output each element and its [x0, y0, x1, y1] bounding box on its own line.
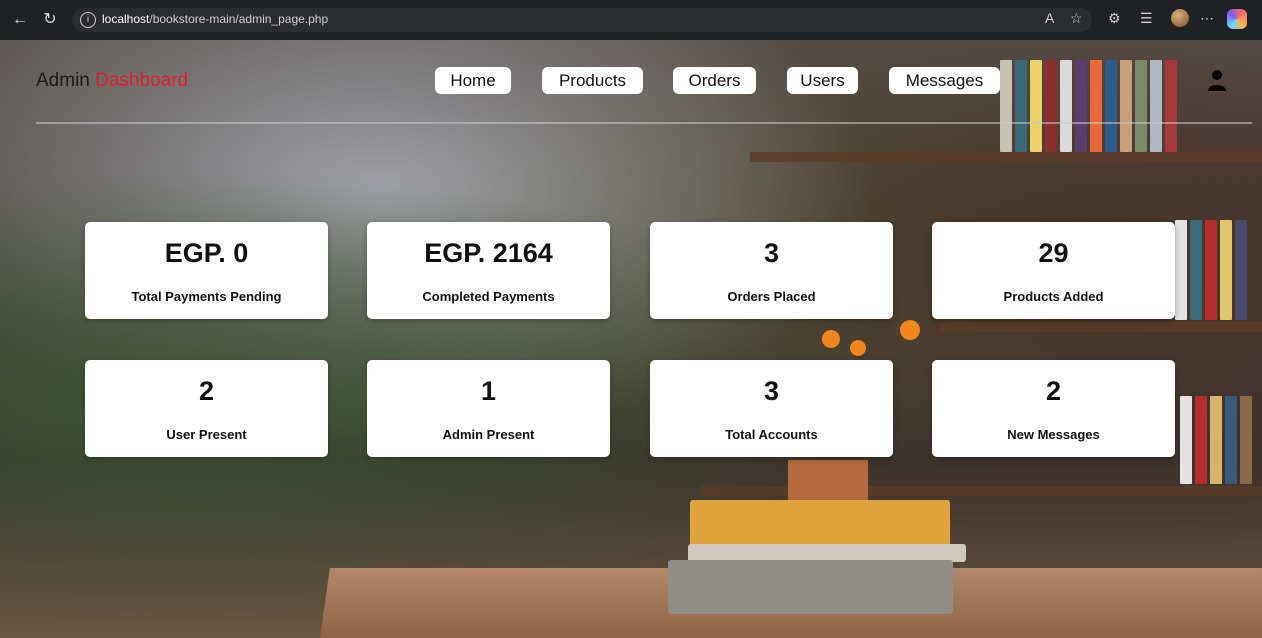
stat-label: Total Accounts	[725, 427, 818, 442]
background-books	[1180, 396, 1252, 484]
background-shelf	[940, 322, 1262, 332]
user-icon[interactable]	[1205, 68, 1229, 92]
book	[690, 500, 950, 548]
stat-label: Completed Payments	[422, 289, 555, 304]
more-icon[interactable]: ⋯	[1200, 10, 1214, 27]
nav-home[interactable]: Home	[435, 67, 511, 94]
favorite-icon[interactable]: ☆	[1070, 10, 1083, 27]
stat-card-admin-present: 1 Admin Present	[367, 360, 610, 457]
browser-toolbar: ← ↻ i localhost/bookstore-main/admin_pag…	[0, 0, 1262, 41]
stat-label: Total Payments Pending	[131, 289, 282, 304]
profile-avatar[interactable]	[1171, 9, 1189, 27]
stat-value: 3	[763, 238, 780, 268]
stat-value: EGP. 0	[164, 238, 249, 268]
stat-card-products-added: 29 Products Added	[932, 222, 1175, 319]
stat-label: User Present	[166, 427, 247, 442]
stat-card-total-payments-pending: EGP. 0 Total Payments Pending	[85, 222, 328, 319]
address-bar[interactable]: i localhost/bookstore-main/admin_page.ph…	[72, 8, 1092, 32]
url-path: /bookstore-main/admin_page.php	[149, 12, 329, 26]
header-divider	[36, 122, 1252, 124]
favorites-icon[interactable]: ☰	[1140, 10, 1153, 27]
flower	[850, 340, 866, 356]
extensions-icon[interactable]: ⚙	[1108, 10, 1121, 27]
background-books	[1175, 220, 1247, 320]
stat-value: 2	[198, 376, 215, 406]
nav-orders[interactable]: Orders	[673, 67, 756, 94]
address-url[interactable]: localhost/bookstore-main/admin_page.php	[102, 12, 328, 26]
flower	[822, 330, 840, 348]
stat-card-total-accounts: 3 Total Accounts	[650, 360, 893, 457]
stat-label: Products Added	[1003, 289, 1104, 304]
read-aloud-icon[interactable]: A	[1045, 10, 1054, 26]
admin-page: Admin Dashboard Home Products Orders Use…	[0, 40, 1262, 638]
nav-messages[interactable]: Messages	[889, 67, 1000, 94]
info-icon[interactable]: i	[80, 12, 96, 28]
url-host: localhost	[102, 12, 150, 26]
book	[668, 560, 953, 614]
stat-label: Admin Present	[442, 427, 535, 442]
nav-products[interactable]: Products	[542, 67, 643, 94]
stat-card-orders-placed: 3 Orders Placed	[650, 222, 893, 319]
brand-main: Admin	[36, 70, 90, 91]
stat-value: 29	[1038, 238, 1069, 268]
stat-label: New Messages	[1007, 427, 1100, 442]
background-shelf	[700, 486, 1262, 496]
brand-logo[interactable]: Admin Dashboard	[36, 70, 188, 92]
brand-accent: Dashboard	[95, 70, 189, 91]
nav-users[interactable]: Users	[787, 67, 858, 94]
stat-card-user-present: 2 User Present	[85, 360, 328, 457]
stat-label: Orders Placed	[727, 289, 816, 304]
flower	[900, 320, 920, 340]
stat-card-completed-payments: EGP. 2164 Completed Payments	[367, 222, 610, 319]
admin-header: Admin Dashboard Home Products Orders Use…	[0, 40, 1262, 122]
stat-value: 3	[763, 376, 780, 406]
refresh-icon[interactable]: ↻	[40, 10, 60, 30]
stat-value: 1	[480, 376, 497, 406]
stat-value: 2	[1045, 376, 1062, 406]
back-icon[interactable]: ←	[10, 10, 30, 30]
background-shelf	[750, 152, 1262, 162]
stat-card-new-messages: 2 New Messages	[932, 360, 1175, 457]
copilot-icon[interactable]	[1227, 9, 1247, 29]
stat-value: EGP. 2164	[424, 238, 553, 268]
